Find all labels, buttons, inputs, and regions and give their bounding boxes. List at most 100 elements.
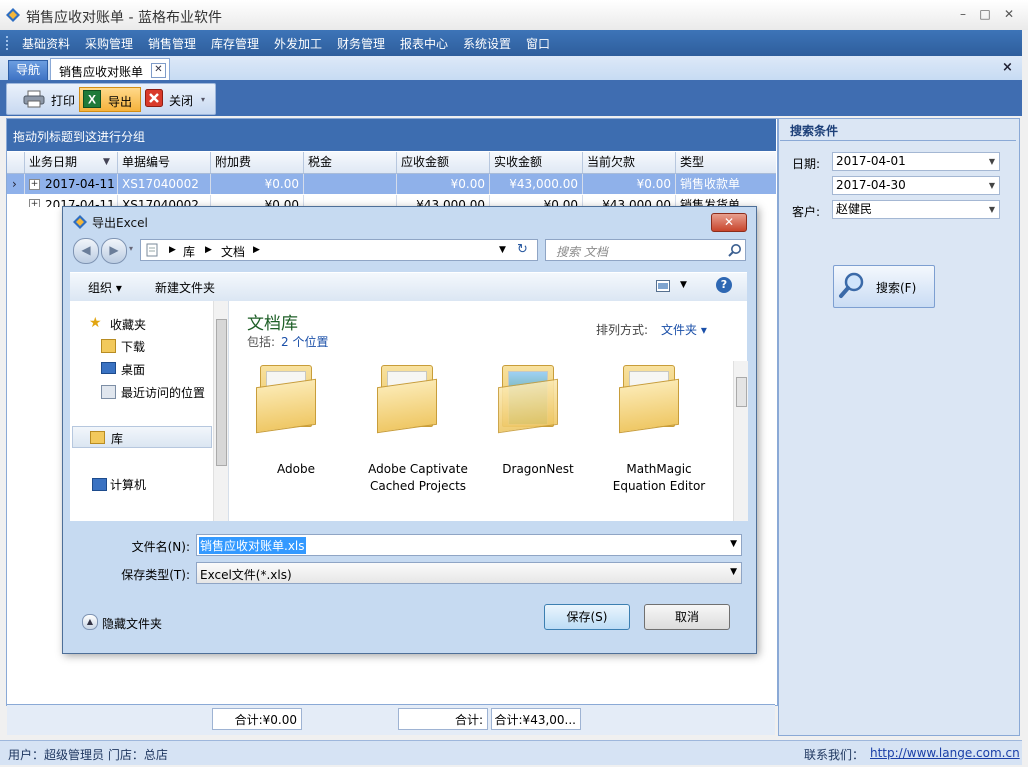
maximize-button[interactable]: □ xyxy=(974,5,996,23)
help-icon[interactable]: ? xyxy=(716,277,732,293)
date-from-combo[interactable]: 2017-04-01 ▼ xyxy=(832,152,1000,171)
col-type[interactable]: 类型 xyxy=(676,152,776,173)
table-row[interactable]: › 2017-04-11 + XS17040002 ¥0.00 ¥0.00 ¥4… xyxy=(7,174,776,194)
toolbar-overflow-icon[interactable]: ▾ xyxy=(201,95,205,104)
dialog-command-bar: 组织 ▾ 新建文件夹 ▼ ? xyxy=(70,272,747,302)
close-all-tabs-icon[interactable]: × xyxy=(1002,60,1013,75)
search-button[interactable]: 搜索(F) xyxy=(833,265,935,308)
sum-received: 合计:¥43,00... xyxy=(491,708,581,730)
hide-folders-button[interactable]: 隐藏文件夹 xyxy=(102,615,162,632)
tab-sales-statement[interactable]: 销售应收对账单 ✕ xyxy=(50,58,170,80)
col-doc-number[interactable]: 单据编号 xyxy=(118,152,211,173)
dialog-close-button[interactable]: ✕ xyxy=(711,213,747,232)
sum-addfee: 合计:¥0.00 xyxy=(212,708,302,730)
folder-dragonnest-label[interactable]: DragonNest xyxy=(478,461,598,478)
new-folder-button[interactable]: 新建文件夹 xyxy=(155,279,215,296)
menu-inventory[interactable]: 库存管理 xyxy=(211,35,259,52)
dialog-search-placeholder: 搜索 文档 xyxy=(556,245,608,259)
refresh-icon[interactable]: ↻ xyxy=(517,242,528,257)
date-to-value: 2017-04-30 xyxy=(836,178,906,192)
back-arrow-icon[interactable]: ◀ xyxy=(73,238,99,264)
cell-doc-number: XS17040002 xyxy=(118,174,211,194)
status-contact-label: 联系我们： xyxy=(804,748,865,762)
folder-adobe-label[interactable]: Adobe xyxy=(236,461,356,478)
menu-settings[interactable]: 系统设置 xyxy=(463,35,511,52)
col-addfee[interactable]: 附加费 xyxy=(211,152,304,173)
menu-finance[interactable]: 财务管理 xyxy=(337,35,385,52)
folder-dragonnest-icon[interactable] xyxy=(488,365,568,434)
address-dropdown-icon[interactable]: ▼ xyxy=(499,245,506,255)
tab-close-icon[interactable]: ✕ xyxy=(151,63,166,78)
search-icon xyxy=(728,244,741,257)
content-scroll-thumb[interactable] xyxy=(736,377,747,407)
cancel-button[interactable]: 取消 xyxy=(644,604,730,630)
recent-pages-icon[interactable]: ▾ xyxy=(129,244,133,253)
nav-pane-scroll-thumb[interactable] xyxy=(216,319,227,466)
nav-recent-places[interactable]: 最近访问的位置 xyxy=(121,384,205,401)
export-button[interactable]: X 导出 xyxy=(79,87,141,112)
content-scrollbar[interactable] xyxy=(733,361,748,521)
dialog-search-box[interactable]: 搜索 文档 xyxy=(545,239,746,261)
customer-combo[interactable]: 赵健民 ▼ xyxy=(832,200,1000,219)
breadcrumb-separator-icon: ▶ xyxy=(205,245,212,255)
print-button[interactable]: 打印 xyxy=(21,87,77,110)
svg-text:X: X xyxy=(88,93,96,107)
col-receivable[interactable]: 应收金额 xyxy=(397,152,490,173)
date-to-combo[interactable]: 2017-04-30 ▼ xyxy=(832,176,1000,195)
view-options-icon[interactable] xyxy=(656,280,670,292)
library-title: 文档库 xyxy=(247,314,298,334)
printer-icon xyxy=(23,90,45,108)
filename-dropdown-icon[interactable]: ▼ xyxy=(730,539,737,549)
folder-adobe-captivate-label[interactable]: Adobe Captivate Cached Projects xyxy=(357,461,479,495)
folder-mathmagic-label[interactable]: MathMagic Equation Editor xyxy=(599,461,719,495)
summary-bar: 合计:¥0.00 合计: 合计:¥43,00... xyxy=(7,704,775,735)
filetype-select[interactable]: Excel文件(*.xls) ▼ xyxy=(196,562,742,584)
expand-row-icon[interactable]: + xyxy=(29,199,40,207)
breadcrumb-library[interactable]: 库 xyxy=(183,243,195,260)
minimize-button[interactable]: – xyxy=(952,5,974,23)
menu-basic-data[interactable]: 基础资料 xyxy=(22,35,70,52)
status-user-store: 用户：超级管理员 门店：总店 xyxy=(8,748,168,762)
menu-window[interactable]: 窗口 xyxy=(526,35,550,52)
close-red-icon xyxy=(145,89,163,107)
forward-arrow-icon[interactable]: ▶ xyxy=(101,238,127,264)
col-received[interactable]: 实收金额 xyxy=(490,152,583,173)
tab-navigation[interactable]: 导航 xyxy=(8,60,48,81)
hide-folders-toggle-icon[interactable]: ▲ xyxy=(82,614,98,630)
address-bar[interactable]: ▶ 库 ▶ 文档 ▶ ▼ ↻ xyxy=(140,239,538,261)
menu-outsourcing[interactable]: 外发加工 xyxy=(274,35,322,52)
folder-adobe-icon[interactable] xyxy=(246,365,326,434)
folder-mathmagic-icon[interactable] xyxy=(609,365,689,434)
nav-pane-scrollbar[interactable] xyxy=(213,301,228,521)
menu-purchase[interactable]: 采购管理 xyxy=(85,35,133,52)
status-website-link[interactable]: http://www.lange.com.cn xyxy=(870,746,1020,760)
window-close-button[interactable]: ✕ xyxy=(998,5,1020,23)
nav-desktop[interactable]: 桌面 xyxy=(121,361,145,378)
expand-row-icon[interactable]: + xyxy=(29,179,40,190)
dialog-title: 导出Excel xyxy=(92,216,148,230)
library-locations-link[interactable]: 2 个位置 xyxy=(281,333,328,350)
filename-input[interactable]: 销售应收对账单.xls ▼ xyxy=(196,534,742,556)
group-by-area[interactable]: 拖动列标题到这进行分组 xyxy=(7,119,776,151)
nav-favorites[interactable]: 收藏夹 xyxy=(110,316,146,333)
breadcrumb-separator-icon: ▶ xyxy=(169,245,176,255)
col-business-date[interactable]: 业务日期 ▼ xyxy=(25,152,118,173)
folder-adobe-captivate-icon[interactable] xyxy=(367,365,447,434)
organize-button[interactable]: 组织 ▾ xyxy=(88,279,122,296)
menu-sales[interactable]: 销售管理 xyxy=(148,35,196,52)
filetype-dropdown-icon[interactable]: ▼ xyxy=(730,567,737,577)
menu-reports[interactable]: 报表中心 xyxy=(400,35,448,52)
nav-computer[interactable]: 计算机 xyxy=(110,476,146,493)
filetype-value: Excel文件(*.xls) xyxy=(200,568,292,582)
cell-receivable: ¥0.00 xyxy=(397,174,490,194)
save-button[interactable]: 保存(S) xyxy=(544,604,630,630)
view-dropdown-icon[interactable]: ▼ xyxy=(680,280,687,290)
col-tax[interactable]: 税金 xyxy=(304,152,397,173)
nav-downloads[interactable]: 下载 xyxy=(121,338,145,355)
close-button[interactable]: 关闭 ▾ xyxy=(143,87,209,110)
filename-value: 销售应收对账单.xls xyxy=(199,537,306,554)
sort-dropdown[interactable]: 文件夹 ▾ xyxy=(661,321,707,338)
col-outstanding[interactable]: 当前欠款 xyxy=(583,152,676,173)
breadcrumb-documents[interactable]: 文档 xyxy=(221,243,245,260)
nav-libraries-selected[interactable]: 库 xyxy=(72,426,212,448)
